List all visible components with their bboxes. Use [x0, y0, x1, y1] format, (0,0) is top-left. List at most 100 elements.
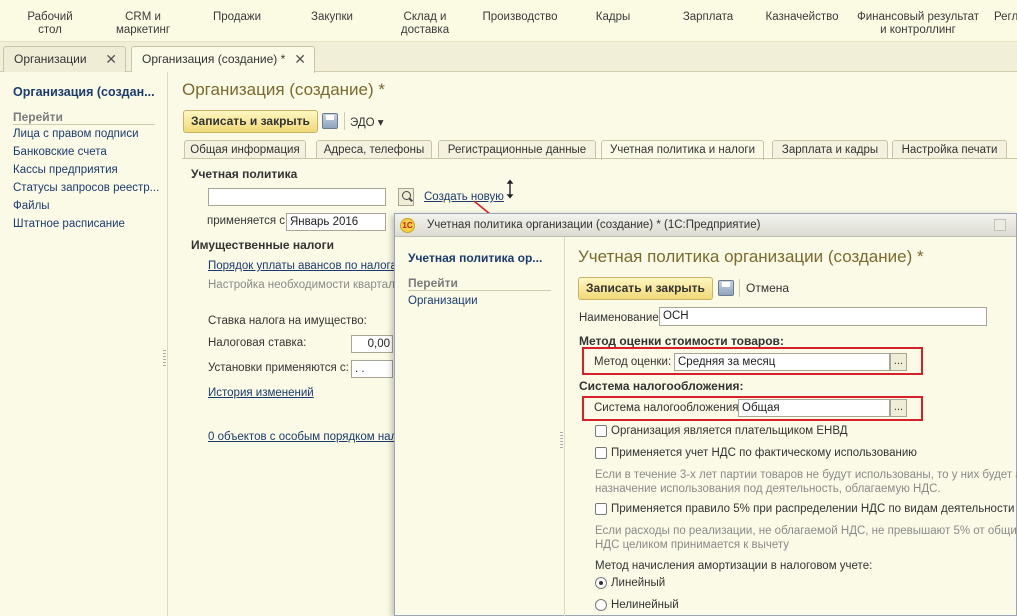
- section-sales[interactable]: Продажи: [205, 11, 269, 24]
- envd-label: Организация является плательщиком ЕНВД: [611, 425, 848, 437]
- open-windows-bar: Организации ✕ Организация (создание) * ✕: [0, 42, 1017, 73]
- tab-registration[interactable]: Регистрационные данные: [438, 140, 596, 159]
- dialog-goto-heading: Перейти: [408, 276, 458, 290]
- section-regl[interactable]: Регл: [994, 11, 1017, 24]
- dialog-left-panel: Учетная политика ор... Перейти Организац…: [395, 237, 565, 616]
- section-purchases[interactable]: Закупки: [303, 11, 361, 24]
- accounting-policy-dialog: 1С Учетная политика организации (создани…: [394, 213, 1017, 616]
- policy-section-title: Учетная политика: [191, 167, 298, 181]
- tab-salary-hr[interactable]: Зарплата и кадры: [772, 140, 888, 159]
- taxation-label: Система налогообложения:: [594, 402, 742, 414]
- edo-menu[interactable]: ЭДО ▾: [350, 115, 384, 129]
- applies-from-label: применяется с:: [207, 215, 289, 227]
- applies-from-field[interactable]: Январь 2016: [286, 213, 386, 231]
- panel-resize-grip[interactable]: [163, 350, 166, 366]
- vat-actual-label: Применяется учет НДС по фактическому исп…: [611, 447, 917, 459]
- panel-resize-grip[interactable]: [560, 432, 563, 448]
- dialog-heading: Учетная политика организации (создание) …: [578, 247, 924, 266]
- advance-payment-link[interactable]: Порядок уплаты авансов по налога: [208, 260, 397, 272]
- section-crm[interactable]: CRM и маркетинг: [112, 11, 174, 37]
- left-navigation-panel: Организация (создан... Перейти Лица с пр…: [0, 72, 168, 616]
- close-icon[interactable]: ✕: [294, 47, 306, 71]
- tab-policy-taxes[interactable]: Учетная политика и налоги: [601, 140, 764, 160]
- depreciation-label: Метод начисления амортизации в налоговом…: [595, 560, 873, 572]
- valuation-label: Метод оценки:: [594, 356, 672, 368]
- save-icon[interactable]: [718, 280, 734, 296]
- link-bank-accounts[interactable]: Банковские счета: [13, 146, 107, 158]
- dialog-panel-title[interactable]: Учетная политика ор...: [408, 251, 542, 265]
- property-taxes-title: Имущественные налоги: [191, 238, 334, 252]
- vat-actual-checkbox[interactable]: [595, 447, 607, 459]
- close-icon[interactable]: ✕: [105, 47, 117, 71]
- vat-actual-hint-2: назначение использования под деятельност…: [595, 483, 941, 495]
- tab-label: Организация (создание) *: [142, 52, 286, 66]
- section-salary[interactable]: Зарплата: [678, 11, 738, 24]
- property-rate-label: Ставка налога на имущество:: [208, 315, 367, 327]
- dialog-title: Учетная политика организации (создание) …: [427, 219, 761, 231]
- radio-nonlinear-label: Нелинейный: [611, 599, 679, 611]
- taxation-choose-button[interactable]: ...: [890, 399, 907, 417]
- tax-rate-label: Налоговая ставка:: [208, 337, 307, 349]
- toolbar-separator: [344, 112, 345, 130]
- name-field[interactable]: ОСН: [659, 307, 987, 326]
- section-warehouse[interactable]: Склад и доставка: [396, 11, 454, 37]
- tab-addresses[interactable]: Адреса, телефоны: [316, 140, 432, 159]
- panel-title[interactable]: Организация (создан...: [13, 85, 155, 99]
- link-staff-schedule[interactable]: Штатное расписание: [13, 218, 125, 230]
- rule-5pct-checkbox[interactable]: [595, 503, 607, 515]
- resize-cursor-icon: [505, 178, 515, 200]
- tab-organization-create[interactable]: Организация (создание) * ✕: [131, 46, 315, 73]
- sections-panel: Рабочий стол CRM и маркетинг Продажи Зак…: [0, 0, 1017, 42]
- divider: [408, 290, 551, 291]
- section-treasury[interactable]: Казначейство: [762, 11, 842, 24]
- policy-field[interactable]: [208, 188, 386, 206]
- radio-linear-label: Линейный: [611, 577, 666, 589]
- vat-actual-hint-1: Если в течение 3-х лет партии товаров не…: [595, 469, 1017, 481]
- special-objects-link[interactable]: 0 объектов с особым порядком нал: [208, 431, 397, 443]
- tabs-baseline: [182, 158, 1017, 159]
- settings-apply-date[interactable]: . .: [351, 360, 393, 378]
- dialog-save-and-close-button[interactable]: Записать и закрыть: [578, 277, 713, 300]
- link-organizations[interactable]: Организации: [408, 295, 478, 307]
- create-new-link[interactable]: Создать новую: [424, 191, 504, 203]
- 1c-logo-icon: 1С: [400, 218, 415, 233]
- divider: [13, 124, 155, 125]
- tax-rate-field[interactable]: 0,00: [351, 335, 393, 353]
- tab-organizations[interactable]: Организации ✕: [3, 46, 126, 72]
- cancel-button[interactable]: Отмена: [746, 281, 789, 295]
- tab-label: Организации: [14, 52, 87, 66]
- link-registry-status[interactable]: Статусы запросов реестр...: [13, 182, 159, 194]
- goto-heading: Перейти: [13, 110, 63, 124]
- search-icon[interactable]: [398, 188, 414, 206]
- window-control-icon[interactable]: [994, 219, 1006, 231]
- valuation-section-title: Метод оценки стоимости товаров:: [579, 334, 784, 348]
- dialog-titlebar[interactable]: 1С Учетная политика организации (создани…: [395, 214, 1016, 237]
- rule-5pct-hint-2: НДС целиком принимается к вычету: [595, 539, 790, 551]
- quarter-setting-hint: Настройка необходимости квартал: [208, 279, 395, 291]
- tab-print-settings[interactable]: Настройка печати: [892, 140, 1007, 159]
- section-hr[interactable]: Кадры: [588, 11, 638, 24]
- save-icon[interactable]: [322, 113, 338, 129]
- name-label: Наименование:: [579, 312, 662, 324]
- save-and-close-button[interactable]: Записать и закрыть: [183, 110, 318, 133]
- toolbar-separator: [739, 279, 740, 297]
- radio-linear[interactable]: [595, 577, 607, 589]
- settings-apply-label: Установки применяются с:: [208, 362, 349, 374]
- radio-nonlinear[interactable]: [595, 599, 607, 611]
- envd-checkbox[interactable]: [595, 425, 607, 437]
- history-link[interactable]: История изменений: [208, 387, 314, 399]
- rule-5pct-hint-1: Если расходы по реализации, не облагаемо…: [595, 525, 1017, 537]
- valuation-field[interactable]: Средняя за месяц: [674, 353, 890, 371]
- tab-general[interactable]: Общая информация: [184, 140, 306, 159]
- section-production[interactable]: Производство: [480, 11, 560, 24]
- page-title: Организация (создание) *: [182, 80, 386, 99]
- valuation-choose-button[interactable]: ...: [890, 353, 907, 371]
- section-financial-result[interactable]: Финансовый результат и контроллинг: [854, 11, 982, 37]
- taxation-field[interactable]: Общая: [738, 399, 890, 417]
- link-signatories[interactable]: Лица с правом подписи: [13, 128, 139, 140]
- rule-5pct-label: Применяется правило 5% при распределении…: [611, 503, 1015, 515]
- taxation-section-title: Система налогообложения:: [579, 379, 744, 393]
- section-desktop[interactable]: Рабочий стол: [22, 11, 78, 37]
- link-files[interactable]: Файлы: [13, 200, 50, 212]
- link-cash-desks[interactable]: Кассы предприятия: [13, 164, 118, 176]
